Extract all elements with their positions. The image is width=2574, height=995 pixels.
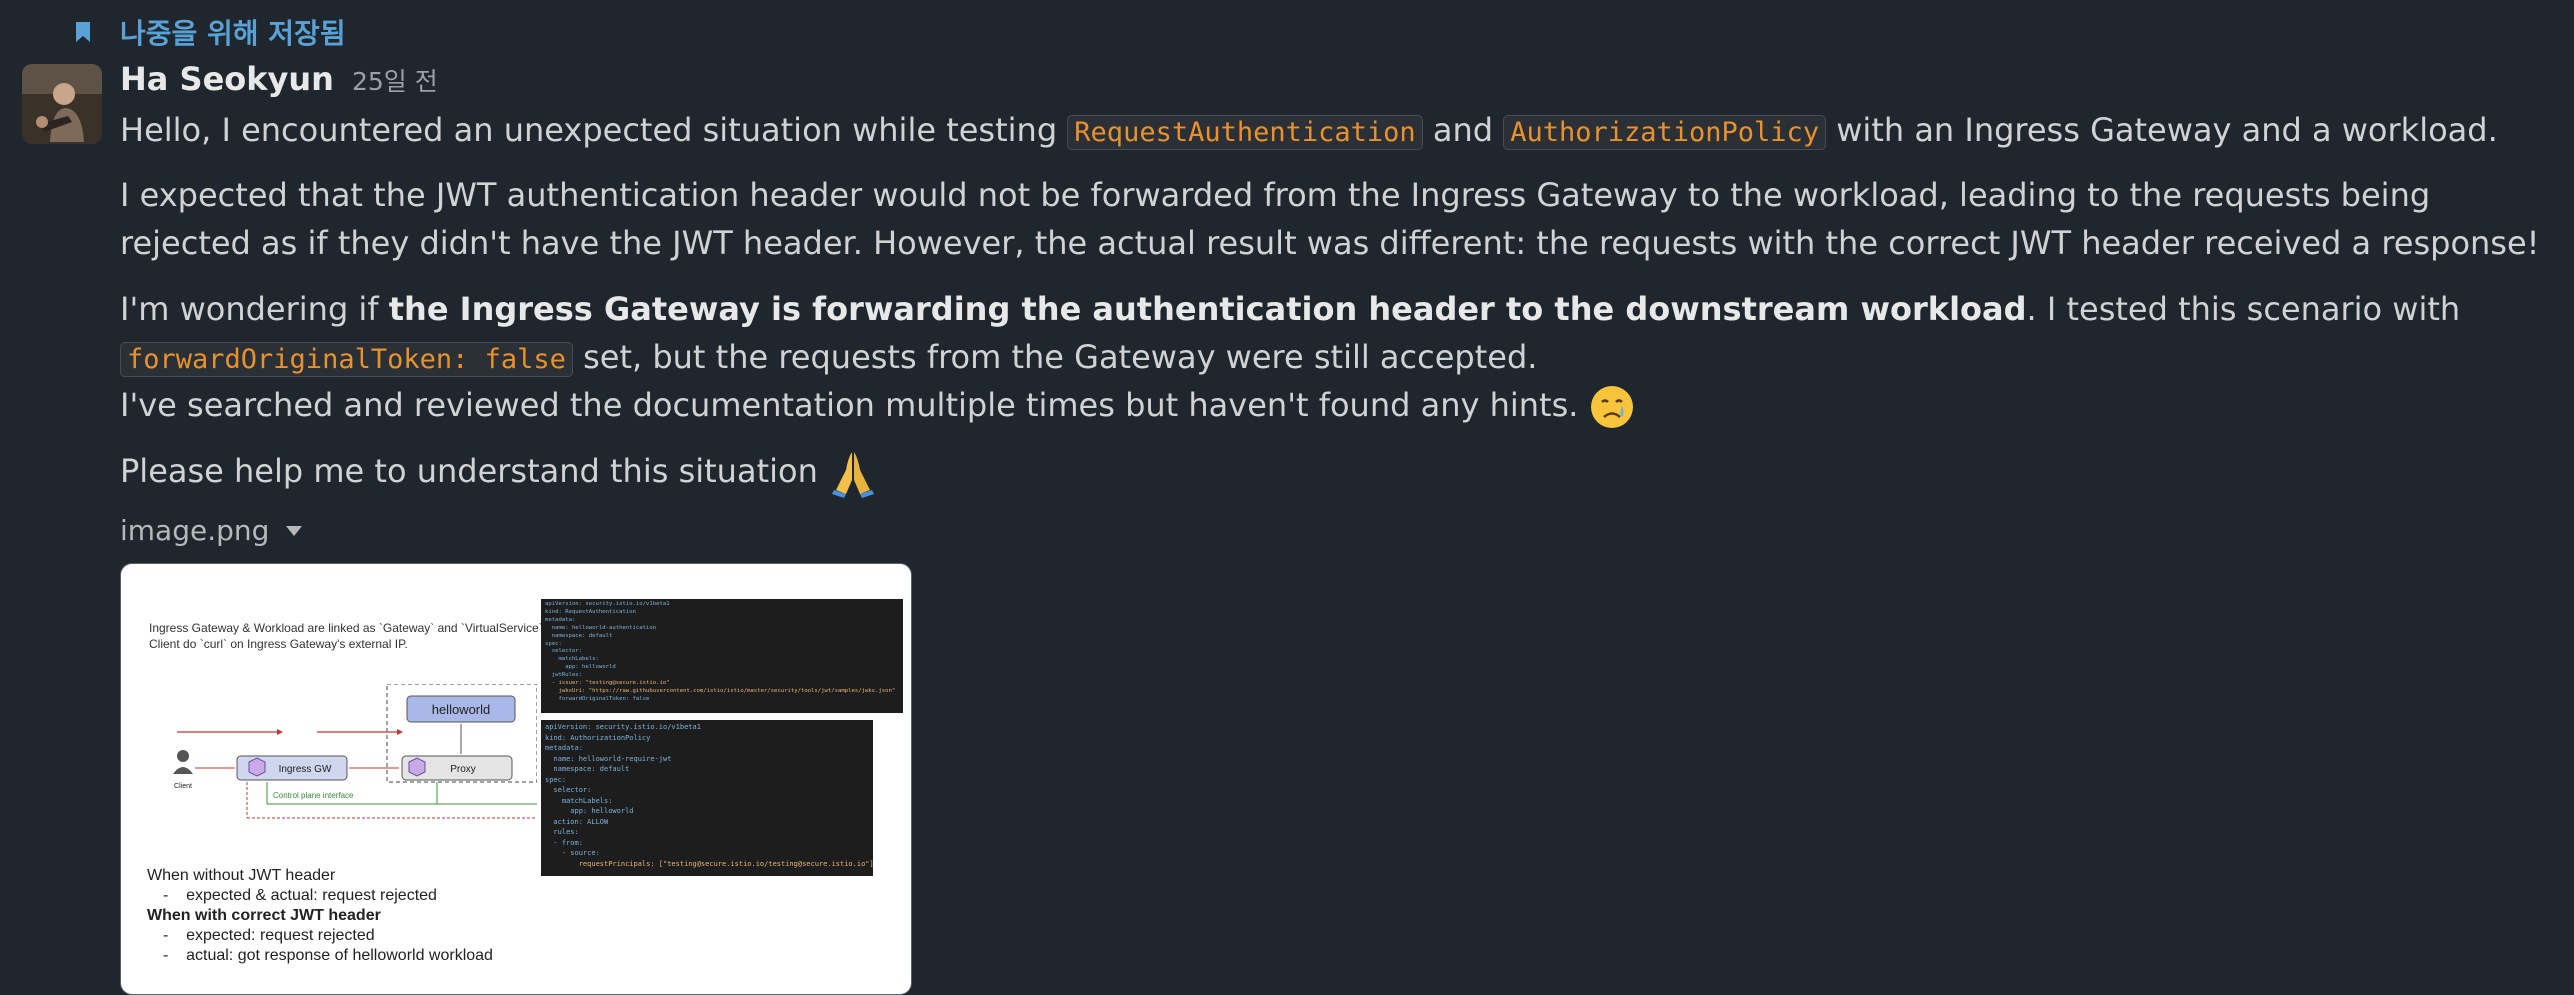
code-line: namespace: default xyxy=(545,765,630,773)
inline-code-request-authentication: RequestAuthentication xyxy=(1067,115,1423,150)
code-line: forwardOriginalToken: false xyxy=(545,695,650,702)
note-without-header: When without JWT header xyxy=(147,867,336,884)
code-line: jwksUri: "https://raw.githubusercontent.… xyxy=(545,687,896,694)
code-line: kind: AuthorizationPolicy xyxy=(545,733,651,742)
inline-code-authorization-policy: AuthorizationPolicy xyxy=(1503,115,1827,150)
code-line: namespace: default xyxy=(545,632,613,639)
code-line: selector: xyxy=(545,786,592,794)
code-line: name: helloworld-require-jwt xyxy=(545,754,672,763)
code-line: kind: RequestAuthentication xyxy=(545,608,636,615)
caption-line: Client do `curl` on Ingress Gateway's ex… xyxy=(149,637,408,651)
image-caption: Ingress Gateway & Workload are linked as… xyxy=(149,620,546,652)
author-name[interactable]: Ha Seokyun xyxy=(120,60,334,98)
caption-line: Ingress Gateway & Workload are linked as… xyxy=(149,621,547,635)
authorization-policy-yaml: apiVersion: security.istio.io/v1beta1 ki… xyxy=(541,720,873,876)
code-line: apiVersion: security.istio.io/v1beta1 xyxy=(545,723,701,731)
note-bullet: - expected & actual: request rejected xyxy=(163,887,437,904)
text-segment: Hello, I encountered an unexpected situa… xyxy=(120,111,1068,149)
code-line: name: helloworld-authentication xyxy=(545,624,657,631)
folded-hands-emoji xyxy=(832,452,875,498)
caret-down-icon[interactable] xyxy=(285,525,303,537)
code-line: - issuer: "testing@secure.istio.io" xyxy=(545,680,670,687)
note-bullet-text: expected & actual: request rejected xyxy=(186,887,437,904)
image-notes: When without JWT header - expected & act… xyxy=(147,866,493,966)
inline-code-forward-original-token: forwardOriginalToken: false xyxy=(120,342,573,377)
code-line: spec: xyxy=(545,640,562,647)
text-segment: I'm wondering if xyxy=(120,290,389,328)
code-line: rules: xyxy=(545,828,579,836)
avatar[interactable] xyxy=(22,64,102,144)
code-line: - from: xyxy=(545,838,583,847)
attachment-header[interactable]: image.png xyxy=(120,514,303,547)
attachment-filename[interactable]: image.png xyxy=(120,514,269,547)
text-segment: . I tested this scenario with xyxy=(2026,290,2461,328)
message-paragraph-1: Hello, I encountered an unexpected situa… xyxy=(120,106,2540,157)
bold-text: the Ingress Gateway is forwarding the au… xyxy=(388,290,2027,328)
message-paragraph-4: I've searched and reviewed the documenta… xyxy=(120,381,2540,430)
crying-face-emoji xyxy=(1590,386,1633,428)
request-authentication-yaml: apiVersion: security.istio.io/v1beta1 ki… xyxy=(541,599,903,713)
message-header: Ha Seokyun 25일 전 xyxy=(120,60,438,98)
code-line: metadata: xyxy=(545,616,576,623)
helloworld-label: helloworld xyxy=(432,702,491,717)
note-bullet-text: actual: got response of helloworld workl… xyxy=(186,947,493,964)
saved-for-later-banner: 나중을 위해 저장됨 xyxy=(74,12,346,52)
note-bullet-text: expected: request rejected xyxy=(186,927,375,944)
proxy-label: Proxy xyxy=(450,764,476,775)
text-segment: Please help me to understand this situat… xyxy=(120,452,818,490)
message-paragraph-3: I'm wondering if the Ingress Gateway is … xyxy=(120,285,2540,384)
code-line: app: helloworld xyxy=(545,664,616,671)
note-bullet: - expected: request rejected xyxy=(163,927,375,944)
message-timestamp[interactable]: 25일 전 xyxy=(352,62,438,98)
saved-for-later-label: 나중을 위해 저장됨 xyxy=(120,17,346,50)
note-bullet: - actual: got response of helloworld wor… xyxy=(163,947,493,964)
code-line: - source: xyxy=(545,849,600,857)
code-line: requestPrincipals: ["testing@secure.isti… xyxy=(545,859,873,868)
message-paragraph-5: Please help me to understand this situat… xyxy=(120,447,2540,498)
code-line: metadata: xyxy=(545,744,583,752)
ingress-gw-label: Ingress GW xyxy=(279,764,332,775)
architecture-diagram: helloworld Client Ingress GW Proxy Contr… xyxy=(173,684,537,819)
text-segment: with an Ingress Gateway and a workload. xyxy=(1826,111,2498,149)
code-line: spec: xyxy=(545,775,567,784)
text-segment: and xyxy=(1422,111,1504,149)
text-segment: I've searched and reviewed the documenta… xyxy=(120,386,1579,424)
code-line: app: helloworld xyxy=(545,807,634,815)
code-line: jwtRules: xyxy=(545,672,583,679)
code-line: matchLabels: xyxy=(545,796,613,805)
bookmark-icon xyxy=(76,22,90,42)
control-plane-label: Control plane interface xyxy=(273,791,354,800)
message-paragraph-2: I expected that the JWT authentication h… xyxy=(120,176,2540,262)
note-with-header: When with correct JWT header xyxy=(147,907,381,924)
code-line: action: ALLOW xyxy=(545,817,609,826)
avatar-image xyxy=(22,64,102,144)
attachment-image[interactable]: Ingress Gateway & Workload are linked as… xyxy=(120,563,912,995)
code-line: matchLabels: xyxy=(545,656,599,663)
client-label: Client xyxy=(174,783,192,790)
code-line: apiVersion: security.istio.io/v1beta1 xyxy=(545,601,670,607)
code-line: selector: xyxy=(545,648,583,655)
text-segment: set, but the requests from the Gateway w… xyxy=(572,338,1538,376)
